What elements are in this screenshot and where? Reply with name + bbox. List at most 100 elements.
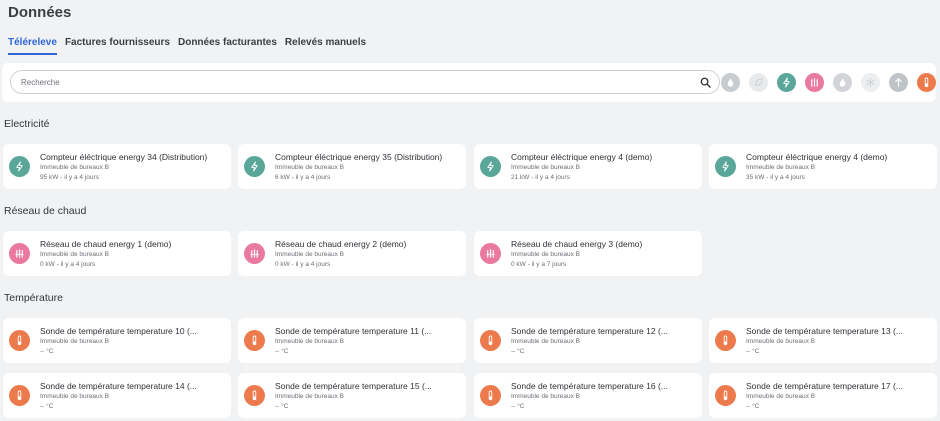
device-card[interactable]: Sonde de température temperature 17 (...… [709, 373, 937, 418]
thermometer-icon [715, 330, 736, 351]
device-building: Immeuble de bureaux B [40, 251, 110, 258]
tab-bar: Téléreleve Factures fournisseurs Données… [8, 37, 366, 55]
device-building: Immeuble de bureaux B [275, 393, 345, 400]
device-name: Sonde de température temperature 15 (... [275, 381, 432, 391]
thermometer-icon [9, 385, 30, 406]
device-value: -- °C [746, 348, 760, 355]
device-card[interactable]: Sonde de température temperature 10 (...… [3, 318, 231, 363]
device-building: Immeuble de bureaux B [40, 393, 110, 400]
thermometer-icon [244, 330, 265, 351]
device-value: -- °C [275, 348, 289, 355]
device-building: Immeuble de bureaux B [511, 251, 581, 258]
device-name: Compteur éléctrique energy 35 (Distribut… [275, 152, 443, 162]
device-value: 0 kW - il y a 4 jours [275, 261, 331, 268]
filter-leaf-button[interactable] [749, 73, 768, 92]
device-card[interactable]: Réseau de chaud energy 1 (demo) Immeuble … [3, 231, 231, 276]
filter-water-icon [725, 77, 736, 88]
device-value: -- °C [511, 348, 525, 355]
device-building: Immeuble de bureaux B [275, 251, 345, 258]
filter-pressure-button[interactable] [889, 73, 908, 92]
filter-heating-icon [809, 77, 820, 88]
device-name: Sonde de température temperature 16 (... [511, 381, 668, 391]
section-title: Réseau de chaud [4, 205, 87, 217]
device-name: Réseau de chaud energy 2 (demo) [275, 239, 407, 249]
filter-leaf-icon [753, 77, 764, 88]
device-building: Immeuble de bureaux B [746, 393, 816, 400]
filter-pressure-icon [893, 77, 904, 88]
device-name: Compteur éléctrique energy 4 (demo) [511, 152, 653, 162]
filter-cold-button[interactable] [861, 73, 880, 92]
device-value: 95 kW - il y a 4 jours [40, 174, 99, 181]
filter-water-button[interactable] [721, 73, 740, 92]
device-building: Immeuble de bureaux B [511, 164, 581, 171]
device-card[interactable]: Compteur éléctrique energy 4 (demo) Immeu… [709, 144, 937, 189]
device-name: Sonde de température temperature 13 (... [746, 326, 903, 336]
device-card[interactable]: Sonde de température temperature 12 (...… [474, 318, 702, 363]
filter-temperature-icon [921, 77, 932, 88]
device-card[interactable]: Compteur éléctrique energy 34 (Distribut… [3, 144, 231, 189]
device-card[interactable]: Compteur éléctrique energy 35 (Distribut… [238, 144, 466, 189]
filter-gas-icon [837, 77, 848, 88]
device-card[interactable]: Réseau de chaud energy 3 (demo) Immeuble … [474, 231, 702, 276]
device-value: -- °C [746, 403, 760, 410]
thermometer-icon [244, 385, 265, 406]
tab-donnees-facturantes[interactable]: Données facturantes [178, 37, 277, 55]
filter-heating-button[interactable] [805, 73, 824, 92]
tab-factures-fournisseurs[interactable]: Factures fournisseurs [65, 37, 170, 55]
device-value: 6 kW - il y a 4 jours [275, 174, 331, 181]
search-panel [2, 63, 936, 102]
device-value: 0 kW - il y a 7 jours [511, 261, 567, 268]
section-title: Température [4, 292, 63, 304]
device-building: Immeuble de bureaux B [40, 338, 110, 345]
search-icon[interactable] [700, 77, 711, 88]
device-value: -- °C [40, 348, 54, 355]
tab-releves-manuels[interactable]: Relevés manuels [285, 37, 366, 55]
electricity-icon [9, 156, 30, 177]
device-name: Sonde de température temperature 11 (... [275, 326, 432, 336]
section-title: Electricité [4, 118, 50, 130]
thermometer-icon [9, 330, 30, 351]
device-name: Compteur éléctrique energy 34 (Distribut… [40, 152, 208, 162]
search-input[interactable] [21, 76, 691, 89]
device-building: Immeuble de bureaux B [746, 164, 816, 171]
device-name: Réseau de chaud energy 3 (demo) [511, 239, 643, 249]
device-card[interactable]: Sonde de température temperature 11 (...… [238, 318, 466, 363]
device-building: Immeuble de bureaux B [275, 164, 345, 171]
device-card[interactable]: Sonde de température temperature 16 (...… [474, 373, 702, 418]
filter-bar [721, 73, 936, 92]
device-value: 35 kW - il y a 4 jours [746, 174, 805, 181]
heating-icon [9, 243, 30, 264]
filter-cold-icon [865, 77, 876, 88]
device-name: Réseau de chaud energy 1 (demo) [40, 239, 172, 249]
device-card[interactable]: Sonde de température temperature 14 (...… [3, 373, 231, 418]
device-card[interactable]: Compteur éléctrique energy 4 (demo) Immeu… [474, 144, 702, 189]
filter-electricity-button[interactable] [777, 73, 796, 92]
heating-icon [244, 243, 265, 264]
device-value: -- °C [511, 403, 525, 410]
device-value: 0 kW - il y a 4 jours [40, 261, 96, 268]
device-building: Immeuble de bureaux B [746, 338, 816, 345]
device-building: Immeuble de bureaux B [511, 393, 581, 400]
tab-telereleve[interactable]: Téléreleve [8, 37, 57, 55]
device-building: Immeuble de bureaux B [511, 338, 581, 345]
filter-electricity-icon [781, 77, 792, 88]
filter-temperature-button[interactable] [917, 73, 936, 92]
device-value: 21 kW - il y a 4 jours [511, 174, 570, 181]
device-card[interactable]: Sonde de température temperature 15 (...… [238, 373, 466, 418]
device-card[interactable]: Sonde de température temperature 13 (...… [709, 318, 937, 363]
device-name: Sonde de température temperature 17 (... [746, 381, 903, 391]
electricity-icon [480, 156, 501, 177]
device-value: -- °C [275, 403, 289, 410]
page-title: Données [8, 4, 72, 21]
device-card[interactable]: Réseau de chaud energy 2 (demo) Immeuble … [238, 231, 466, 276]
filter-gas-button[interactable] [833, 73, 852, 92]
thermometer-icon [480, 330, 501, 351]
electricity-icon [244, 156, 265, 177]
electricity-icon [715, 156, 736, 177]
device-name: Sonde de température temperature 14 (... [40, 381, 197, 391]
device-name: Sonde de température temperature 10 (... [40, 326, 197, 336]
thermometer-icon [480, 385, 501, 406]
device-building: Immeuble de bureaux B [40, 164, 110, 171]
thermometer-icon [715, 385, 736, 406]
heating-icon [480, 243, 501, 264]
